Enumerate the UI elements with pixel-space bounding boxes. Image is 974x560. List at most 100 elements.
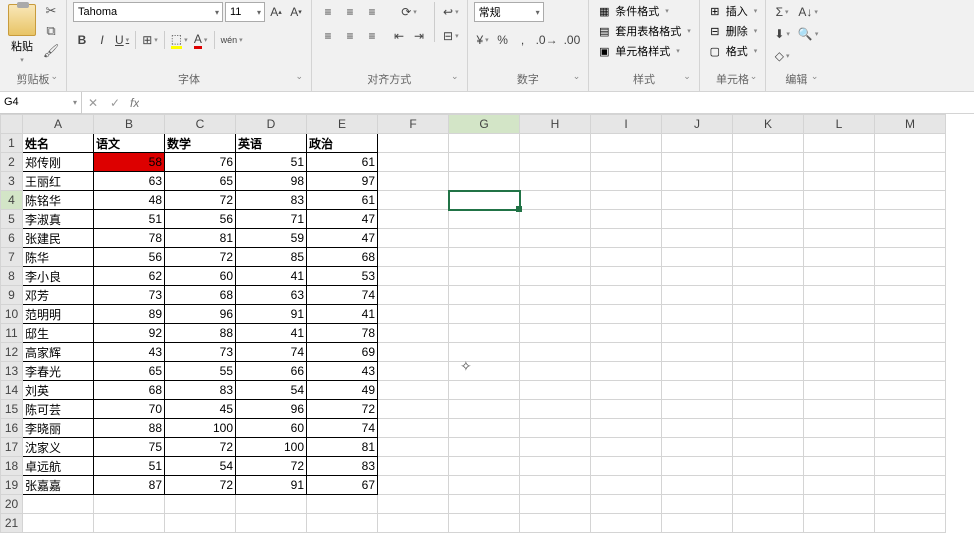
grid-cell[interactable] — [662, 438, 733, 457]
grid-cell[interactable] — [875, 419, 946, 438]
grid-cell[interactable] — [662, 343, 733, 362]
grid-cell[interactable]: 68 — [94, 381, 165, 400]
row-header[interactable]: 12 — [1, 343, 23, 362]
grid-cell[interactable]: 41 — [307, 305, 378, 324]
grid-cell[interactable]: 60 — [236, 419, 307, 438]
grid-cell[interactable] — [804, 514, 875, 533]
grid-cell[interactable] — [307, 495, 378, 514]
grid-cell[interactable] — [378, 476, 449, 495]
grid-cell[interactable] — [733, 172, 804, 191]
align-center-icon[interactable]: ≡ — [340, 26, 360, 46]
grid-cell[interactable] — [875, 400, 946, 419]
clear-button[interactable]: ◇ — [772, 46, 792, 66]
grid-cell[interactable] — [378, 514, 449, 533]
grid-cell[interactable] — [378, 153, 449, 172]
align-middle-icon[interactable]: ≡ — [340, 2, 360, 22]
grid-cell[interactable] — [591, 476, 662, 495]
grid-cell[interactable] — [804, 153, 875, 172]
row-header[interactable]: 13 — [1, 362, 23, 381]
grid-cell[interactable] — [662, 419, 733, 438]
grid-cell[interactable]: 61 — [307, 153, 378, 172]
grid-cell[interactable] — [94, 514, 165, 533]
grid-cell[interactable] — [662, 400, 733, 419]
italic-button[interactable]: I — [93, 30, 111, 50]
grid-cell[interactable] — [520, 438, 591, 457]
grid-cell[interactable]: 74 — [236, 343, 307, 362]
grid-cell[interactable] — [875, 248, 946, 267]
grid-cell[interactable] — [520, 457, 591, 476]
grid-cell[interactable] — [804, 438, 875, 457]
row-header[interactable]: 3 — [1, 172, 23, 191]
grid-cell[interactable]: 100 — [236, 438, 307, 457]
grid-cell[interactable] — [591, 438, 662, 457]
grid-cell[interactable]: 51 — [94, 457, 165, 476]
border-button[interactable]: ⊞ — [140, 30, 160, 50]
conditional-format-button[interactable]: ▦条件格式 — [595, 2, 693, 20]
grid-cell[interactable] — [591, 286, 662, 305]
grid-cell[interactable] — [804, 134, 875, 153]
grid-cell[interactable]: 92 — [94, 324, 165, 343]
grid-cell[interactable] — [378, 305, 449, 324]
grid-cell[interactable] — [520, 400, 591, 419]
grid-cell[interactable] — [662, 286, 733, 305]
align-left-icon[interactable]: ≡ — [318, 26, 338, 46]
grid-cell[interactable]: 54 — [236, 381, 307, 400]
grid-cell[interactable] — [591, 324, 662, 343]
row-header[interactable]: 6 — [1, 229, 23, 248]
orientation-button[interactable]: ⟳ — [390, 2, 428, 22]
grid-cell[interactable]: 刘英 — [23, 381, 94, 400]
grid-cell[interactable] — [307, 514, 378, 533]
grid-cell[interactable] — [733, 324, 804, 343]
grid-cell[interactable]: 91 — [236, 476, 307, 495]
grid-cell[interactable]: 54 — [165, 457, 236, 476]
grid-cell[interactable]: 55 — [165, 362, 236, 381]
font-name-combo[interactable]: Tahoma — [73, 2, 223, 22]
number-format-combo[interactable]: 常规 — [474, 2, 544, 22]
increase-indent-icon[interactable]: ⇥ — [410, 26, 428, 46]
grid-cell[interactable] — [733, 362, 804, 381]
col-header[interactable]: B — [94, 115, 165, 134]
grid-cell[interactable] — [378, 210, 449, 229]
grid-cell[interactable]: 张建民 — [23, 229, 94, 248]
grid-cell[interactable]: 72 — [165, 438, 236, 457]
grid-cell[interactable] — [804, 324, 875, 343]
col-header[interactable]: I — [591, 115, 662, 134]
grid-cell[interactable]: 63 — [94, 172, 165, 191]
grid-cell[interactable]: 72 — [165, 248, 236, 267]
grid-cell[interactable]: 72 — [236, 457, 307, 476]
grid-cell[interactable] — [662, 229, 733, 248]
grid-cell[interactable] — [449, 172, 520, 191]
grid-cell[interactable] — [449, 324, 520, 343]
grid-cell[interactable]: 67 — [307, 476, 378, 495]
grid-cell[interactable] — [875, 381, 946, 400]
grid-cell[interactable]: 74 — [307, 419, 378, 438]
fill-button[interactable]: ⬇ — [772, 24, 792, 44]
grid-cell[interactable] — [591, 267, 662, 286]
row-header[interactable]: 21 — [1, 514, 23, 533]
grid-cell[interactable]: 78 — [94, 229, 165, 248]
grid-cell[interactable]: 96 — [236, 400, 307, 419]
grid-cell[interactable] — [449, 210, 520, 229]
grid-cell[interactable] — [591, 381, 662, 400]
decrease-indent-icon[interactable]: ⇤ — [390, 26, 408, 46]
grid-cell[interactable]: 53 — [307, 267, 378, 286]
format-painter-icon[interactable]: 🖌 — [42, 42, 60, 60]
grid-cell[interactable]: 63 — [236, 286, 307, 305]
grid-cell[interactable] — [733, 305, 804, 324]
grid-cell[interactable]: 60 — [165, 267, 236, 286]
autosum-button[interactable]: Σ — [772, 2, 792, 22]
grid-cell[interactable] — [591, 305, 662, 324]
row-header[interactable]: 14 — [1, 381, 23, 400]
grid-cell[interactable]: 78 — [307, 324, 378, 343]
grid-cell[interactable] — [804, 172, 875, 191]
grid-cell[interactable] — [875, 210, 946, 229]
grid-cell[interactable] — [804, 400, 875, 419]
grid-cell[interactable] — [378, 419, 449, 438]
grid-cell[interactable] — [733, 457, 804, 476]
grid-cell[interactable]: 43 — [307, 362, 378, 381]
grid-cell[interactable] — [520, 153, 591, 172]
grid-cell[interactable]: 语文 — [94, 134, 165, 153]
grid-cell[interactable] — [875, 172, 946, 191]
grid-cell[interactable]: 97 — [307, 172, 378, 191]
grid-cell[interactable]: 51 — [236, 153, 307, 172]
